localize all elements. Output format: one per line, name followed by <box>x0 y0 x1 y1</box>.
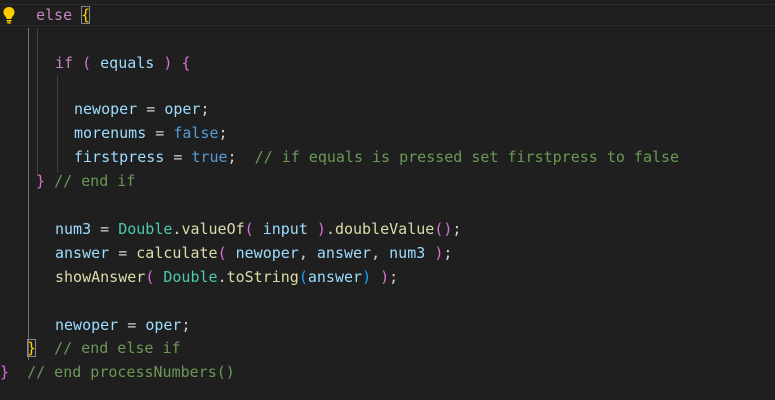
variable-firstpress: firstpress <box>74 148 165 166</box>
open-brace: { <box>181 54 191 72</box>
variable-equals: equals <box>100 54 155 72</box>
semicolon: ; <box>443 244 453 262</box>
indent-guide <box>28 28 29 360</box>
indent-guide <box>37 28 38 176</box>
code-line[interactable]: } // end processNumbers() <box>0 361 235 383</box>
lightbulb-icon[interactable] <box>2 6 16 24</box>
semicolon: ; <box>227 148 237 166</box>
boolean-false: false <box>173 124 219 142</box>
function-tostring: toString <box>226 268 299 286</box>
class-double: Double <box>163 268 218 286</box>
variable-input: input <box>262 220 308 238</box>
variable-morenums: morenums <box>74 124 147 142</box>
operator-assign: = <box>155 124 165 142</box>
code-line[interactable]: else { <box>36 4 91 26</box>
comma: , <box>371 244 381 262</box>
semicolon: ; <box>389 268 399 286</box>
operator-assign: = <box>173 148 183 166</box>
code-line[interactable]: num3 = Double.valueOf( input ).doubleVal… <box>55 218 461 240</box>
open-paren: ( <box>82 54 92 72</box>
semicolon: ; <box>218 124 228 142</box>
open-paren: ( <box>217 244 227 262</box>
call-parens: () <box>434 220 453 238</box>
close-paren: ) <box>380 268 390 286</box>
close-paren: ) <box>362 268 372 286</box>
current-line-highlight <box>0 4 775 26</box>
function-valueof: valueOf <box>181 220 245 238</box>
argument-answer: answer <box>307 268 363 286</box>
comma: , <box>298 244 308 262</box>
code-line[interactable]: morenums = false; <box>74 122 228 144</box>
variable-oper: oper <box>145 316 182 334</box>
code-line[interactable]: showAnswer( Double.toString(answer) ); <box>55 266 398 288</box>
close-brace: } <box>0 363 10 381</box>
open-paren: ( <box>244 220 254 238</box>
operator-assign: = <box>127 316 137 334</box>
code-line[interactable]: newoper = oper; <box>74 98 209 120</box>
variable-newoper: newoper <box>74 100 138 118</box>
function-calculate: calculate <box>136 244 218 262</box>
variable-oper: oper <box>164 100 201 118</box>
variable-newoper: newoper <box>55 316 119 334</box>
indent-guide <box>57 76 58 172</box>
variable-answer: answer <box>55 244 110 262</box>
close-paren: ) <box>163 54 173 72</box>
comment: // end processNumbers() <box>27 363 235 381</box>
code-line[interactable]: firstpress = true; // if equals is press… <box>74 146 679 168</box>
boolean-true: true <box>191 148 228 166</box>
variable-num3: num3 <box>55 220 92 238</box>
code-editor[interactable]: else { if ( equals ) { newoper = oper; m… <box>0 0 775 400</box>
open-paren: ( <box>298 268 308 286</box>
semicolon: ; <box>200 100 210 118</box>
class-double: Double <box>118 220 173 238</box>
close-brace: } <box>36 172 46 190</box>
operator-assign: = <box>100 220 110 238</box>
close-paren: ) <box>434 244 444 262</box>
close-brace: } <box>27 339 37 357</box>
argument-newoper: newoper <box>235 244 299 262</box>
semicolon: ; <box>181 316 191 334</box>
operator-assign: = <box>146 100 156 118</box>
function-showanswer: showAnswer <box>55 268 146 286</box>
code-line[interactable]: } // end if <box>36 170 135 192</box>
code-line[interactable]: newoper = oper; <box>55 314 190 336</box>
close-paren: ) <box>316 220 326 238</box>
operator-assign: = <box>118 244 128 262</box>
dot: . <box>325 220 335 238</box>
comment: // if equals is pressed set firstpress t… <box>254 148 680 166</box>
argument-answer: answer <box>316 244 372 262</box>
comment: // end if <box>54 172 136 190</box>
open-brace: { <box>81 6 91 24</box>
code-line[interactable]: if ( equals ) { <box>55 52 190 74</box>
semicolon: ; <box>452 220 462 238</box>
code-line[interactable]: answer = calculate( newoper, answer, num… <box>55 242 452 264</box>
argument-num3: num3 <box>389 244 426 262</box>
code-line[interactable]: } // end else if <box>27 337 181 359</box>
comment: // end else if <box>54 339 181 357</box>
open-paren: ( <box>145 268 155 286</box>
dot: . <box>217 268 227 286</box>
keyword-else: else <box>36 6 73 24</box>
keyword-if: if <box>55 54 74 72</box>
function-doublevalue: doubleValue <box>334 220 435 238</box>
